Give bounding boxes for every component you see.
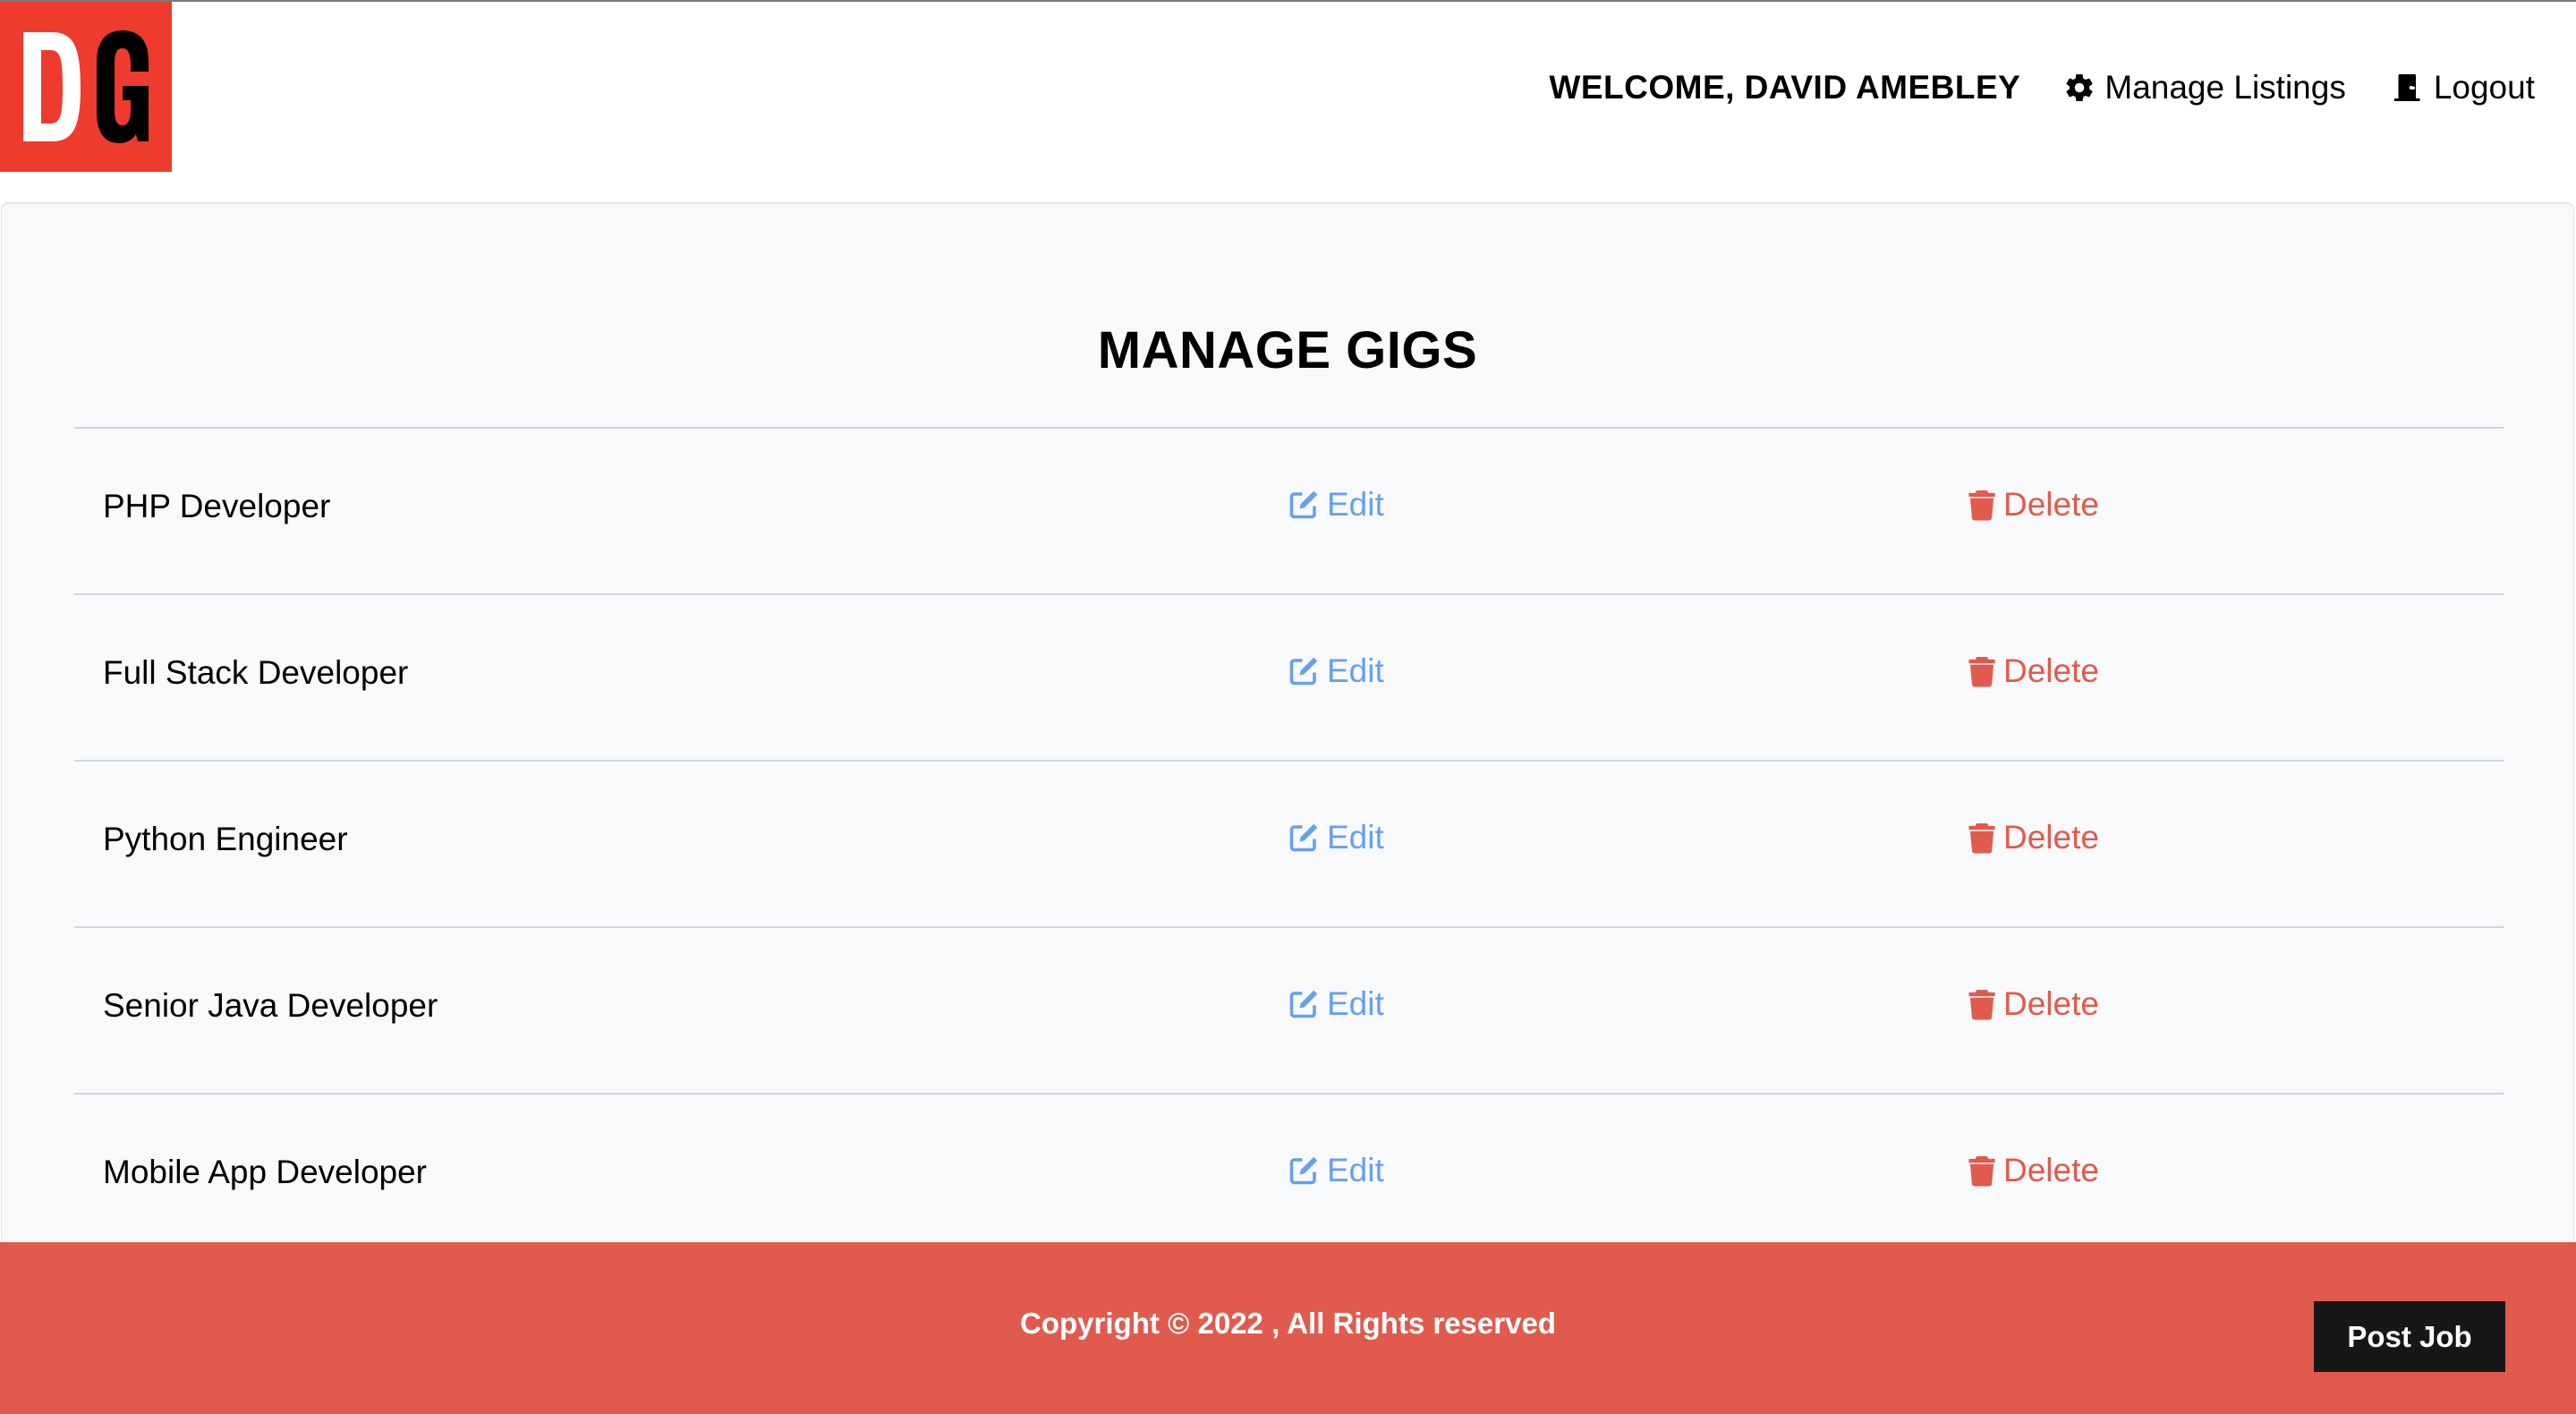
- table-row: Python Engineer Edit Delete: [74, 762, 2504, 928]
- manage-listings-label: Manage Listings: [2104, 69, 2346, 106]
- delete-label: Delete: [2003, 486, 2099, 523]
- delete-label: Delete: [2003, 985, 2099, 1022]
- edit-button[interactable]: Edit: [1288, 652, 1384, 690]
- table-row: Senior Java Developer Edit Delete: [74, 928, 2504, 1095]
- trash-icon: [1968, 655, 1996, 687]
- delete-label: Delete: [2003, 1152, 2099, 1188]
- edit-icon: [1288, 655, 1320, 687]
- gig-title[interactable]: Full Stack Developer: [103, 654, 408, 692]
- gig-title[interactable]: PHP Developer: [103, 488, 330, 525]
- delete-label: Delete: [2003, 652, 2099, 689]
- delete-button[interactable]: Delete: [1968, 652, 2099, 690]
- trash-icon: [1968, 489, 1996, 521]
- delete-button[interactable]: Delete: [1968, 985, 2099, 1023]
- edit-icon: [1288, 822, 1320, 854]
- edit-label: Edit: [1327, 1152, 1384, 1188]
- trash-icon: [1968, 988, 1996, 1020]
- edit-icon: [1288, 1154, 1320, 1187]
- logout-label: Logout: [2433, 69, 2535, 106]
- edit-label: Edit: [1327, 652, 1384, 689]
- delete-label: Delete: [2003, 819, 2099, 856]
- delete-button[interactable]: Delete: [1968, 1152, 2099, 1189]
- top-nav: WELCOME, DAVID AMEBLEY Manage Listings L…: [1549, 64, 2535, 111]
- copyright-text: Copyright © 2022 , All Rights reserved: [1020, 1307, 1556, 1340]
- logout-link[interactable]: Logout: [2391, 69, 2535, 106]
- gigs-table: PHP Developer Edit Delete Full Stack Dev…: [74, 427, 2504, 1259]
- logo-mark: [23, 30, 149, 143]
- page-title: MANAGE GIGS: [1097, 321, 1478, 379]
- edit-button[interactable]: Edit: [1288, 819, 1384, 856]
- table-row: Full Stack Developer Edit Delete: [74, 595, 2504, 762]
- post-job-button[interactable]: Post Job: [2314, 1301, 2505, 1372]
- edit-icon: [1288, 988, 1320, 1020]
- site-footer: Copyright © 2022 , All Rights reserved P…: [0, 1242, 2576, 1414]
- gig-title[interactable]: Python Engineer: [103, 821, 348, 858]
- trash-icon: [1968, 1154, 1996, 1187]
- table-row: Mobile App Developer Edit Delete: [74, 1095, 2504, 1259]
- edit-label: Edit: [1327, 985, 1384, 1022]
- manage-listings-link[interactable]: Manage Listings: [2063, 69, 2346, 106]
- manage-gigs-panel: MANAGE GIGS PHP Developer Edit Delete Fu…: [1, 202, 2574, 1242]
- logo[interactable]: [0, 2, 172, 172]
- gig-title[interactable]: Senior Java Developer: [103, 987, 438, 1025]
- gig-title[interactable]: Mobile App Developer: [103, 1154, 427, 1191]
- gear-icon: [2063, 72, 2096, 104]
- delete-button[interactable]: Delete: [1968, 819, 2099, 856]
- welcome-message: WELCOME, DAVID AMEBLEY: [1549, 69, 2021, 106]
- edit-button[interactable]: Edit: [1288, 985, 1384, 1023]
- trash-icon: [1968, 822, 1996, 854]
- edit-label: Edit: [1327, 486, 1384, 523]
- top-border: [0, 0, 2576, 2]
- edit-button[interactable]: Edit: [1288, 486, 1384, 524]
- edit-button[interactable]: Edit: [1288, 1152, 1384, 1189]
- site-header: WELCOME, DAVID AMEBLEY Manage Listings L…: [0, 0, 2576, 202]
- table-row: PHP Developer Edit Delete: [74, 429, 2504, 595]
- door-icon: [2391, 72, 2425, 104]
- edit-label: Edit: [1327, 819, 1384, 856]
- edit-icon: [1288, 489, 1320, 521]
- delete-button[interactable]: Delete: [1968, 486, 2099, 524]
